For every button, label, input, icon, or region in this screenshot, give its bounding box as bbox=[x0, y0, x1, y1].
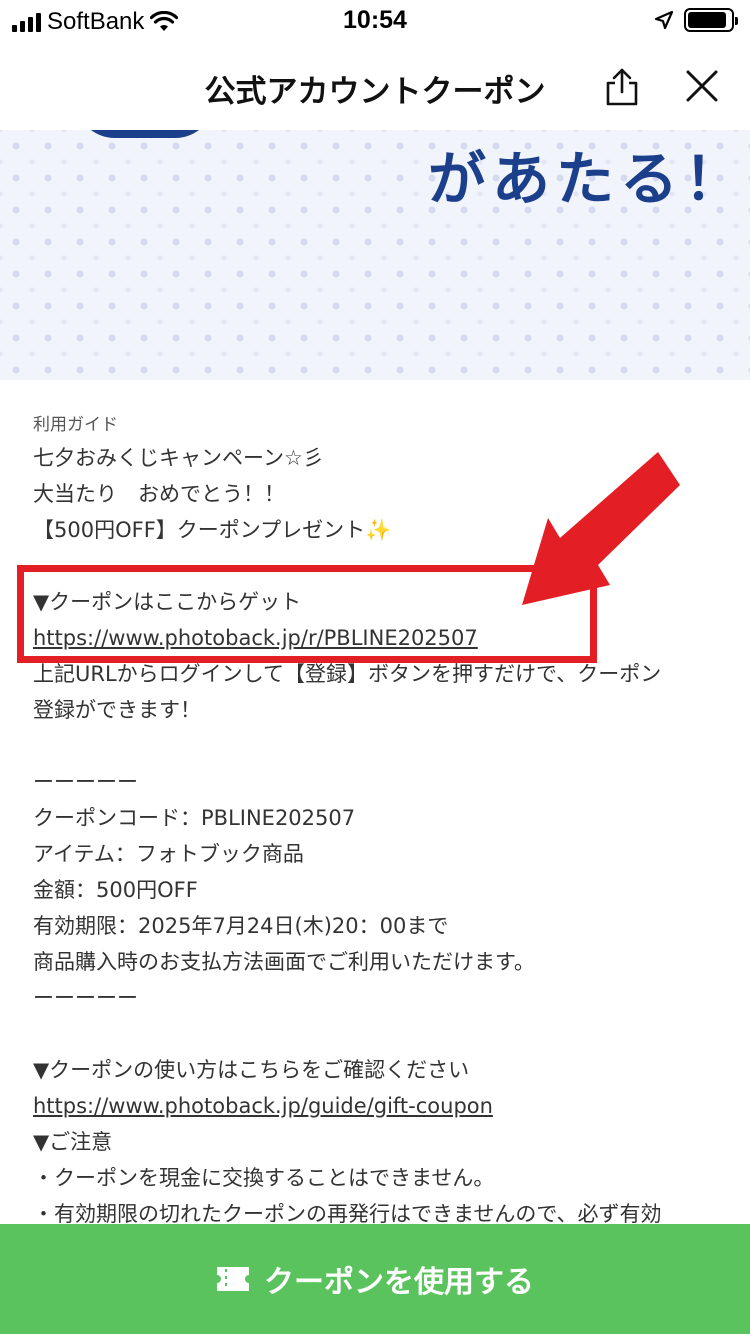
status-time: 10:54 bbox=[343, 6, 407, 34]
status-right bbox=[654, 8, 738, 32]
sparkle-icon: ✨ bbox=[365, 518, 392, 542]
guide-line: ▼ご注意 bbox=[33, 1130, 113, 1154]
battery-level bbox=[688, 12, 726, 28]
location-arrow-icon bbox=[654, 10, 674, 30]
coupon-amount: 金額：500円OFF bbox=[33, 878, 198, 902]
banner-graphic bbox=[75, 130, 215, 138]
guide-line-text: 【500円OFF】クーポンプレゼント bbox=[33, 518, 366, 542]
coupon-banner-image: があたる！ bbox=[0, 130, 750, 380]
page-header: 公式アカウントクーポン bbox=[0, 44, 750, 130]
coupon-usage-link[interactable]: https://www.photoback.jp/guide/gift-coup… bbox=[33, 1094, 493, 1118]
guide-line: ▼クーポンの使い方はこちらをご確認ください bbox=[33, 1058, 470, 1082]
guide-line: 登録ができます！ bbox=[33, 698, 201, 722]
coupon-expiry: 有効期限：2025年7月24日(木)20：00まで bbox=[33, 914, 449, 938]
use-coupon-label: クーポンを使用する bbox=[264, 1265, 534, 1300]
red-arrow-icon bbox=[522, 452, 680, 605]
battery-icon bbox=[684, 8, 738, 32]
coupon-code: クーポンコード：PBLINE202507 bbox=[33, 806, 356, 830]
share-icon[interactable] bbox=[603, 66, 641, 106]
status-bar: SoftBank 10:54 bbox=[0, 0, 750, 44]
guide-label: 利用ガイド bbox=[33, 415, 118, 435]
close-icon[interactable] bbox=[682, 66, 722, 106]
guide-line: ・クーポンを現金に交換することはできません。 bbox=[33, 1166, 495, 1190]
use-coupon-button[interactable]: クーポンを使用する bbox=[0, 1224, 750, 1334]
banner-text: があたる！ bbox=[428, 145, 749, 213]
coupon-item: アイテム：フォトブック商品 bbox=[33, 842, 304, 866]
ticket-icon bbox=[217, 1267, 249, 1291]
divider-text: ーーーーー bbox=[33, 986, 138, 1010]
divider-text: ーーーーー bbox=[33, 770, 138, 794]
guide-line: 商品購入時のお支払方法画面でご利用いただけます。 bbox=[33, 950, 535, 974]
